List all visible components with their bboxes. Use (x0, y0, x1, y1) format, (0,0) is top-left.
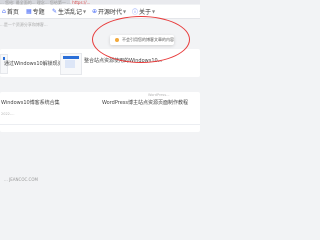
chevron-down-icon: ▼ (83, 9, 87, 14)
highlight-annotation (92, 16, 190, 63)
nav-item-label: 专题 (32, 9, 45, 16)
chevron-down-icon: ▼ (123, 9, 127, 14)
post-meta: WordPress... (148, 93, 170, 97)
nav-item-about[interactable]: ⓘ 关于 ▼ (132, 7, 155, 16)
site-tagline: ...是一个资源分享和博客... (0, 22, 48, 27)
post-meta: 2022-... (1, 112, 15, 116)
nav-item-life[interactable]: ✎ 生活乱记 ▼ (52, 7, 86, 16)
edit-icon: ✎ (52, 8, 58, 15)
nav-item-label: 开源时代 (98, 9, 123, 16)
post-title[interactable]: Windows10博客系统合集 (1, 99, 60, 106)
nav-item-label: 关于 (139, 9, 152, 16)
nav-item-label: 首页 (6, 9, 19, 16)
divider (0, 124, 200, 125)
nav-item-home[interactable]: ⌂ 首页 (2, 7, 19, 16)
chevron-down-icon: ▼ (152, 9, 156, 14)
footer-copyright: ... JEANCOC.COM (4, 177, 38, 182)
globe-icon: ⊕ (92, 8, 98, 15)
post-thumbnail[interactable] (60, 53, 82, 75)
nav-item-label: 生活乱记 (58, 9, 83, 16)
post-list-card: Windows10博客系统合集 2022-... WordPress... Wo… (0, 92, 200, 132)
nav-bar: ⌂ 首页 ▦ 专题 ✎ 生活乱记 ▼ ⊕ 开源时代 ▼ ⓘ 关于 ▼ (0, 5, 200, 19)
nav-item-opensource[interactable]: ⊕ 开源时代 ▼ (92, 7, 126, 16)
nav-item-topics[interactable]: ▦ 专题 (26, 7, 45, 16)
grid-icon: ▦ (26, 8, 32, 15)
home-icon: ⌂ (2, 8, 6, 15)
post-title[interactable]: WordPress博主站点资源页面制作教程 (102, 99, 188, 106)
info-icon: ⓘ (132, 9, 139, 16)
